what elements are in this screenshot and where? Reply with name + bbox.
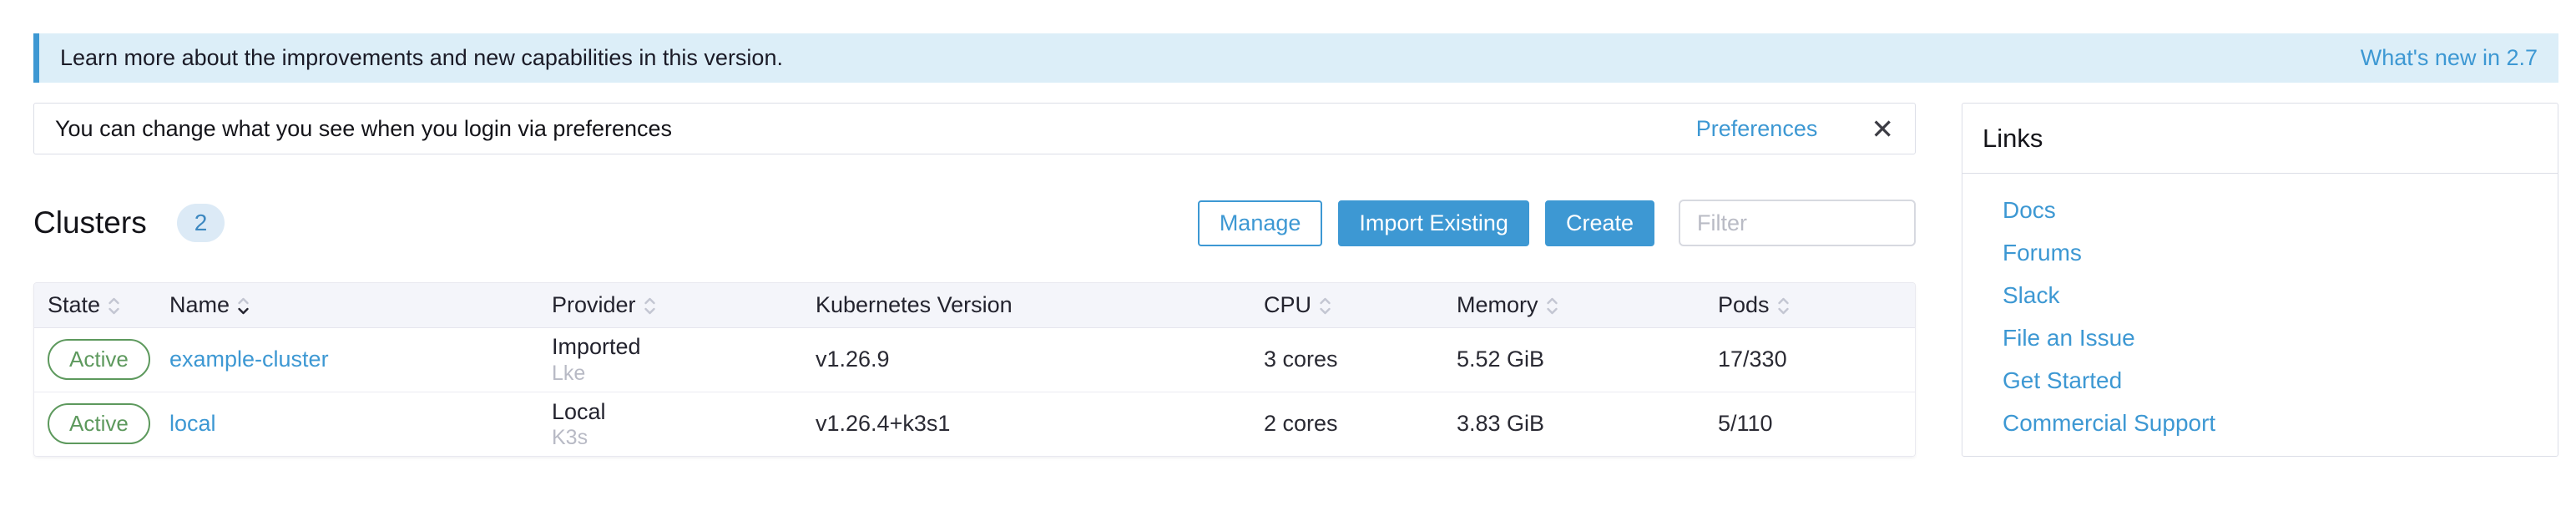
sort-icon [1546,297,1558,315]
cluster-count-badge: 2 [177,204,225,242]
sort-icon [1777,297,1790,315]
provider-name: Local [552,398,794,425]
provider-name: Imported [552,333,794,360]
filter-input[interactable] [1679,200,1916,246]
table-row[interactable]: Active example-cluster Imported Lke v1.2… [34,327,1915,392]
links-list: Docs Forums Slack File an Issue Get Star… [1962,174,2558,437]
column-header-name[interactable]: Name [156,283,538,327]
memory-cell: 5.52 GiB [1443,327,1705,392]
list-item: Get Started [2003,367,2558,394]
file-an-issue-link[interactable]: File an Issue [2003,325,2135,351]
commercial-support-link[interactable]: Commercial Support [2003,410,2215,436]
whats-new-link[interactable]: What's new in 2.7 [2361,45,2538,71]
list-item: Docs [2003,197,2558,224]
preferences-banner: You can change what you see when you log… [33,103,1916,154]
version-banner: Learn more about the improvements and ne… [33,33,2558,83]
links-panel-title: Links [1962,104,2558,174]
column-header-provider[interactable]: Provider [538,283,802,327]
sort-icon [108,297,120,315]
create-button[interactable]: Create [1545,200,1654,246]
table-header-row: State Name Provider Kubernetes Version [34,283,1915,327]
column-header-state[interactable]: State [34,283,156,327]
sort-icon [1319,297,1331,315]
name-cell: example-cluster [156,327,538,392]
kubernetes-version-cell: v1.26.4+k3s1 [802,392,1250,456]
provider-distro: Lke [552,361,794,386]
status-badge: Active [48,403,150,444]
page-header: Clusters 2 Manage Import Existing Create [33,200,1916,246]
pods-cell: 17/330 [1705,327,1915,392]
list-item: File an Issue [2003,325,2558,352]
name-cell: local [156,392,538,456]
slack-link[interactable]: Slack [2003,282,2059,308]
page-title: Clusters [33,205,147,240]
sort-icon [237,297,250,315]
preferences-banner-message: You can change what you see when you log… [55,116,672,142]
state-cell: Active [34,327,156,392]
list-item: Forums [2003,240,2558,266]
pods-cell: 5/110 [1705,392,1915,456]
state-cell: Active [34,392,156,456]
column-header-kubernetes-version: Kubernetes Version [802,283,1250,327]
cpu-cell: 3 cores [1250,327,1443,392]
version-banner-message: Learn more about the improvements and ne… [60,45,783,71]
links-panel: Links Docs Forums Slack File an Issue Ge… [1962,103,2558,457]
clusters-table: State Name Provider Kubernetes Version [33,282,1916,457]
column-header-memory[interactable]: Memory [1443,283,1705,327]
docs-link[interactable]: Docs [2003,197,2056,223]
cluster-name-link[interactable]: example-cluster [169,347,329,372]
get-started-link[interactable]: Get Started [2003,367,2122,393]
memory-cell: 3.83 GiB [1443,392,1705,456]
forums-link[interactable]: Forums [2003,240,2082,266]
main-column: You can change what you see when you log… [33,103,1916,457]
provider-cell: Local K3s [538,392,802,456]
sort-icon [644,297,656,315]
content-area: You can change what you see when you log… [33,103,2558,457]
cluster-manager-page: Learn more about the improvements and ne… [0,0,2576,516]
kubernetes-version-cell: v1.26.9 [802,327,1250,392]
close-icon[interactable]: ✕ [1871,115,1894,143]
provider-cell: Imported Lke [538,327,802,392]
column-header-cpu[interactable]: CPU [1250,283,1443,327]
preferences-link[interactable]: Preferences [1696,116,1818,142]
column-header-pods[interactable]: Pods [1705,283,1915,327]
list-item: Commercial Support [2003,410,2558,437]
cpu-cell: 2 cores [1250,392,1443,456]
list-item: Slack [2003,282,2558,309]
status-badge: Active [48,339,150,380]
provider-distro: K3s [552,425,794,450]
cluster-name-link[interactable]: local [169,411,216,436]
import-existing-button[interactable]: Import Existing [1338,200,1529,246]
manage-button[interactable]: Manage [1198,200,1323,246]
table-row[interactable]: Active local Local K3s v1.26.4+k3s1 2 co… [34,392,1915,456]
